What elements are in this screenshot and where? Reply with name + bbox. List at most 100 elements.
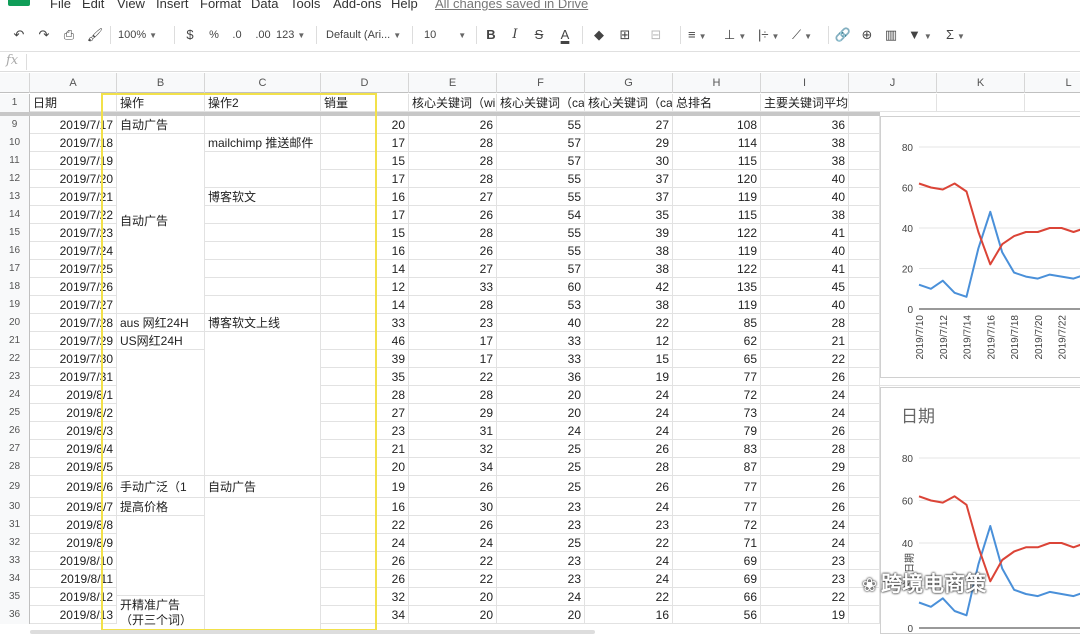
kw-car2-cell[interactable]: 35 xyxy=(585,206,673,224)
kw-win-cell[interactable]: 23 xyxy=(409,314,497,332)
kw-win-cell[interactable]: 26 xyxy=(409,242,497,260)
kw-car2-cell[interactable]: 37 xyxy=(585,170,673,188)
avg-kw-cell[interactable]: 24 xyxy=(761,386,849,404)
sales-cell[interactable]: 16 xyxy=(321,242,409,260)
row-number[interactable]: 30 xyxy=(0,498,30,516)
empty-cell[interactable] xyxy=(849,332,880,350)
kw-win-cell[interactable]: 27 xyxy=(409,260,497,278)
sales-cell[interactable]: 33 xyxy=(321,314,409,332)
column-header-k[interactable]: K xyxy=(937,73,1025,93)
functions-select[interactable]: Σ ▼ xyxy=(946,25,974,45)
kw-car2-cell[interactable]: 28 xyxy=(585,458,673,476)
kw-car1-cell[interactable]: 55 xyxy=(497,188,585,206)
kw-car1-cell[interactable]: 40 xyxy=(497,314,585,332)
date-cell[interactable]: 2019/8/3 xyxy=(30,422,117,440)
total-rank-cell[interactable]: 115 xyxy=(673,206,761,224)
kw-car2-cell[interactable]: 24 xyxy=(585,404,673,422)
row-number[interactable]: 26 xyxy=(0,422,30,440)
date-cell[interactable]: 2019/8/4 xyxy=(30,440,117,458)
menu-tools[interactable]: Tools xyxy=(290,0,320,11)
empty-cell[interactable] xyxy=(849,350,880,368)
empty-cell[interactable] xyxy=(849,170,880,188)
header-cell-j[interactable] xyxy=(849,94,937,112)
avg-kw-cell[interactable]: 22 xyxy=(761,350,849,368)
total-rank-cell[interactable]: 119 xyxy=(673,188,761,206)
header-cell-op2[interactable]: 操作2 xyxy=(205,94,321,112)
kw-car1-cell[interactable]: 55 xyxy=(497,224,585,242)
filter-select[interactable]: ▼ ▼ xyxy=(908,25,936,45)
sales-cell[interactable]: 27 xyxy=(321,404,409,422)
column-header-h[interactable]: H xyxy=(673,73,761,93)
total-rank-cell[interactable]: 73 xyxy=(673,404,761,422)
date-cell[interactable]: 2019/8/2 xyxy=(30,404,117,422)
avg-kw-cell[interactable]: 22 xyxy=(761,588,849,606)
total-rank-cell[interactable]: 66 xyxy=(673,588,761,606)
avg-kw-cell[interactable]: 19 xyxy=(761,606,849,624)
kw-car1-cell[interactable]: 55 xyxy=(497,242,585,260)
sheets-logo-icon[interactable] xyxy=(8,0,30,6)
insert-link-icon[interactable]: 🔗 xyxy=(834,25,852,45)
date-cell[interactable]: 2019/8/12 xyxy=(30,588,117,606)
font-size-select[interactable]: 10 ▼ xyxy=(424,25,472,45)
borders-icon[interactable]: ⊞ xyxy=(616,25,634,45)
row-number[interactable]: 21 xyxy=(0,332,30,350)
sales-cell[interactable]: 15 xyxy=(321,152,409,170)
op-cell[interactable]: 自动广告 xyxy=(117,116,205,134)
empty-cell[interactable] xyxy=(849,476,880,498)
row-number[interactable]: 23 xyxy=(0,368,30,386)
empty-cell[interactable] xyxy=(849,188,880,206)
kw-car1-cell[interactable]: 54 xyxy=(497,206,585,224)
kw-car1-cell[interactable]: 33 xyxy=(497,332,585,350)
date-cell[interactable]: 2019/7/30 xyxy=(30,350,117,368)
kw-car1-cell[interactable]: 23 xyxy=(497,516,585,534)
sales-cell[interactable]: 24 xyxy=(321,534,409,552)
kw-car1-cell[interactable]: 60 xyxy=(497,278,585,296)
sales-cell[interactable]: 22 xyxy=(321,516,409,534)
date-cell[interactable]: 2019/8/1 xyxy=(30,386,117,404)
kw-win-cell[interactable]: 20 xyxy=(409,588,497,606)
avg-kw-cell[interactable]: 28 xyxy=(761,314,849,332)
avg-kw-cell[interactable]: 21 xyxy=(761,332,849,350)
insert-comment-icon[interactable]: ⊕ xyxy=(858,25,876,45)
total-rank-cell[interactable]: 56 xyxy=(673,606,761,624)
kw-win-cell[interactable]: 17 xyxy=(409,350,497,368)
avg-kw-cell[interactable]: 40 xyxy=(761,170,849,188)
kw-car2-cell[interactable]: 15 xyxy=(585,350,673,368)
date-cell[interactable]: 2019/7/26 xyxy=(30,278,117,296)
sales-cell[interactable]: 28 xyxy=(321,386,409,404)
kw-car1-cell[interactable]: 55 xyxy=(497,170,585,188)
row-number[interactable]: 19 xyxy=(0,296,30,314)
kw-win-cell[interactable]: 34 xyxy=(409,458,497,476)
menu-addons[interactable]: Add-ons xyxy=(333,0,381,11)
kw-win-cell[interactable]: 20 xyxy=(409,606,497,624)
empty-cell[interactable] xyxy=(849,498,880,516)
empty-cell[interactable] xyxy=(849,134,880,152)
kw-car2-cell[interactable]: 30 xyxy=(585,152,673,170)
row-number[interactable]: 34 xyxy=(0,570,30,588)
empty-cell[interactable] xyxy=(849,242,880,260)
header-cell-kw-car1[interactable]: 核心关键词（car xyxy=(497,94,585,112)
kw-win-cell[interactable]: 28 xyxy=(409,296,497,314)
empty-cell[interactable] xyxy=(849,534,880,552)
sales-cell[interactable]: 15 xyxy=(321,224,409,242)
empty-cell[interactable] xyxy=(849,606,880,624)
kw-car1-cell[interactable]: 25 xyxy=(497,476,585,498)
total-rank-cell[interactable]: 65 xyxy=(673,350,761,368)
more-formats-select[interactable]: 123 ▼ xyxy=(276,25,310,45)
avg-kw-cell[interactable]: 28 xyxy=(761,440,849,458)
op-cell-empty[interactable] xyxy=(117,516,205,596)
row-number[interactable]: 13 xyxy=(0,188,30,206)
total-rank-cell[interactable]: 62 xyxy=(673,332,761,350)
op2-col-cell[interactable] xyxy=(205,260,321,278)
increase-decimal-button[interactable]: .00 xyxy=(250,25,276,45)
sales-cell[interactable]: 14 xyxy=(321,260,409,278)
empty-cell[interactable] xyxy=(849,368,880,386)
row-number[interactable]: 18 xyxy=(0,278,30,296)
sales-cell[interactable]: 19 xyxy=(321,476,409,498)
sales-cell[interactable]: 14 xyxy=(321,296,409,314)
kw-car2-cell[interactable]: 24 xyxy=(585,498,673,516)
undo-icon[interactable]: ↶ xyxy=(8,25,30,45)
header-cell-date[interactable]: 日期 xyxy=(30,94,117,112)
kw-win-cell[interactable]: 17 xyxy=(409,332,497,350)
row-number[interactable]: 24 xyxy=(0,386,30,404)
